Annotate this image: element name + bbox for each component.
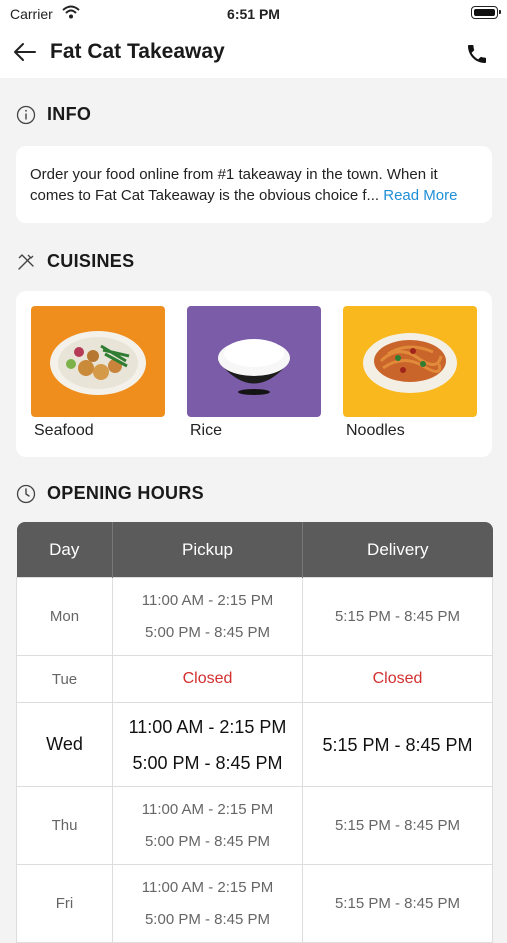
seafood-plate-icon xyxy=(50,331,146,395)
opening-hours-title: OPENING HOURS xyxy=(47,483,204,503)
battery-icon xyxy=(471,6,501,19)
status-time: 6:51 PM xyxy=(227,6,280,22)
delivery-cell: 5:15 PM - 8:45 PM xyxy=(302,864,493,943)
info-icon xyxy=(16,105,36,124)
cuisine-label: Seafood xyxy=(34,422,94,439)
cuisine-label: Rice xyxy=(190,422,223,439)
info-card: Order your food online from #1 takeaway … xyxy=(16,146,492,223)
cuisines-card: Seafood Rice Noodles xyxy=(16,291,492,457)
table-row: Thu 11:00 AM - 2:15 PM 5:00 PM - 8:45 PM… xyxy=(16,786,493,865)
rice-bowl-icon xyxy=(218,339,290,395)
day-cell: Fri xyxy=(16,864,113,943)
column-header-delivery: Delivery xyxy=(302,522,493,578)
delivery-cell: 5:15 PM - 8:45 PM xyxy=(302,702,493,787)
noodles-image xyxy=(343,306,477,417)
day-cell: Tue xyxy=(16,655,113,703)
info-section-header: INFO xyxy=(16,104,91,125)
delivery-slot: 5:15 PM - 8:45 PM xyxy=(334,816,461,834)
pickup-cell: 11:00 AM - 2:15 PM 5:00 PM - 8:45 PM xyxy=(112,577,303,656)
delivery-slot: 5:15 PM - 8:45 PM xyxy=(334,607,461,625)
day-cell: Wed xyxy=(16,702,113,787)
delivery-cell: 5:15 PM - 8:45 PM xyxy=(302,577,493,656)
info-description: Order your food online from #1 takeaway … xyxy=(30,164,480,206)
pickup-closed-cell: Closed xyxy=(112,655,303,703)
delivery-cell: 5:15 PM - 8:45 PM xyxy=(302,786,493,865)
delivery-slot: 5:15 PM - 8:45 PM xyxy=(334,894,461,912)
pickup-slot: 5:00 PM - 8:45 PM xyxy=(144,910,271,928)
day-cell: Mon xyxy=(16,577,113,656)
navigation-bar: Fat Cat Takeaway xyxy=(0,28,507,78)
column-header-day: Day xyxy=(16,522,113,578)
table-row: Tue Closed Closed xyxy=(16,655,493,703)
cuisine-rice[interactable]: Rice xyxy=(187,306,321,440)
rice-image xyxy=(187,306,321,417)
opening-hours-table: Day Pickup Delivery Mon 11:00 AM - 2:15 … xyxy=(16,522,493,943)
delivery-closed-cell: Closed xyxy=(302,655,493,703)
cuisine-seafood[interactable]: Seafood xyxy=(31,306,165,440)
column-header-pickup: Pickup xyxy=(112,522,303,578)
delivery-slot: 5:15 PM - 8:45 PM xyxy=(322,734,473,755)
pickup-slot: 11:00 AM - 2:15 PM xyxy=(141,591,274,609)
table-row-today: Wed 11:00 AM - 2:15 PM 5:00 PM - 8:45 PM… xyxy=(16,702,493,787)
page-title: Fat Cat Takeaway xyxy=(50,40,225,63)
noodles-plate-icon xyxy=(363,333,457,393)
pickup-slot: 5:00 PM - 8:45 PM xyxy=(132,752,283,773)
status-bar: Carrier 6:51 PM xyxy=(0,0,507,28)
read-more-link[interactable]: Read More xyxy=(383,187,457,204)
utensils-icon xyxy=(18,253,34,270)
seafood-image xyxy=(31,306,165,417)
table-row: Fri 11:00 AM - 2:15 PM 5:00 PM - 8:45 PM… xyxy=(16,864,493,943)
info-title: INFO xyxy=(47,104,92,124)
arrow-left-icon[interactable] xyxy=(12,39,38,65)
pickup-slot: 5:00 PM - 8:45 PM xyxy=(144,623,271,641)
table-header-row: Day Pickup Delivery xyxy=(16,522,493,578)
table-row: Mon 11:00 AM - 2:15 PM 5:00 PM - 8:45 PM… xyxy=(16,577,493,656)
pickup-slot: 11:00 AM - 2:15 PM xyxy=(128,716,287,737)
pickup-cell: 11:00 AM - 2:15 PM 5:00 PM - 8:45 PM xyxy=(112,864,303,943)
cuisines-title: CUISINES xyxy=(47,251,135,271)
cuisines-section-header: CUISINES xyxy=(16,251,134,272)
pickup-cell: 11:00 AM - 2:15 PM 5:00 PM - 8:45 PM xyxy=(112,702,303,787)
cuisine-label: Noodles xyxy=(346,422,405,439)
opening-hours-section-header: OPENING HOURS xyxy=(16,483,204,504)
pickup-slot: 11:00 AM - 2:15 PM xyxy=(141,878,274,896)
pickup-slot: 11:00 AM - 2:15 PM xyxy=(141,800,274,818)
phone-icon[interactable] xyxy=(465,42,489,66)
pickup-slot: 5:00 PM - 8:45 PM xyxy=(144,832,271,850)
info-text: Order your food online from #1 takeaway … xyxy=(30,166,438,204)
clock-icon xyxy=(16,484,36,503)
cuisine-noodles[interactable]: Noodles xyxy=(343,306,477,440)
pickup-cell: 11:00 AM - 2:15 PM 5:00 PM - 8:45 PM xyxy=(112,786,303,865)
day-cell: Thu xyxy=(16,786,113,865)
